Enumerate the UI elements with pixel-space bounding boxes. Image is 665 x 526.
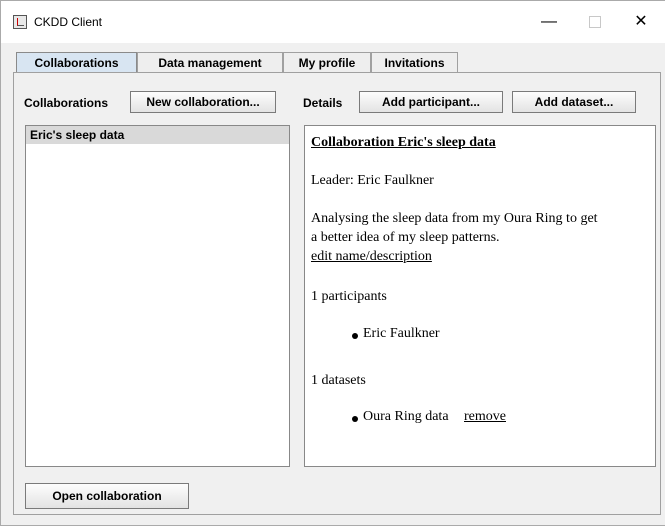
- tab-collaborations[interactable]: Collaborations: [16, 52, 137, 73]
- tab-invitations[interactable]: Invitations: [371, 52, 458, 72]
- edit-name-description-link[interactable]: edit name/description: [311, 249, 432, 265]
- open-collaboration-button[interactable]: Open collaboration: [25, 483, 189, 509]
- collaborations-label: Collaborations: [24, 96, 109, 110]
- java-app-icon: [13, 15, 27, 29]
- tab-data-management[interactable]: Data management: [137, 52, 283, 72]
- datasets-count: 1 datasets: [311, 373, 366, 388]
- minimize-button[interactable]: —: [526, 5, 572, 39]
- participants-count: 1 participants: [311, 289, 387, 304]
- details-label: Details: [303, 96, 343, 110]
- window-title: CKDD Client: [34, 15, 103, 29]
- title-bar[interactable]: CKDD Client — ✕: [1, 1, 665, 43]
- main-content: Collaborations Data management My profil…: [8, 43, 665, 525]
- maximize-icon: [589, 16, 601, 28]
- tab-my-profile[interactable]: My profile: [283, 52, 371, 72]
- collaborations-list[interactable]: Eric's sleep data: [25, 125, 290, 467]
- bullet-icon: [352, 333, 358, 339]
- add-dataset-button[interactable]: Add dataset...: [512, 91, 636, 113]
- bullet-icon: [352, 416, 358, 422]
- remove-dataset-link[interactable]: remove: [464, 409, 506, 425]
- leader-text: Leader: Eric Faulkner: [311, 173, 434, 188]
- details-pane: Collaboration Eric's sleep data Leader: …: [304, 125, 656, 467]
- add-participant-button[interactable]: Add participant...: [359, 91, 503, 113]
- description-line-1: Analysing the sleep data from my Oura Ri…: [311, 211, 598, 226]
- new-collaboration-button[interactable]: New collaboration...: [130, 91, 276, 113]
- close-button[interactable]: ✕: [618, 5, 664, 39]
- description-line-2: a better idea of my sleep patterns.: [311, 230, 500, 245]
- collaboration-title: Collaboration Eric's sleep data: [311, 135, 496, 150]
- app-window: CKDD Client — ✕ Collaborations Data mana…: [0, 0, 665, 526]
- participant-item: Eric Faulkner: [363, 326, 440, 341]
- list-item[interactable]: Eric's sleep data: [26, 126, 289, 144]
- dataset-item: Oura Ring data: [363, 409, 449, 424]
